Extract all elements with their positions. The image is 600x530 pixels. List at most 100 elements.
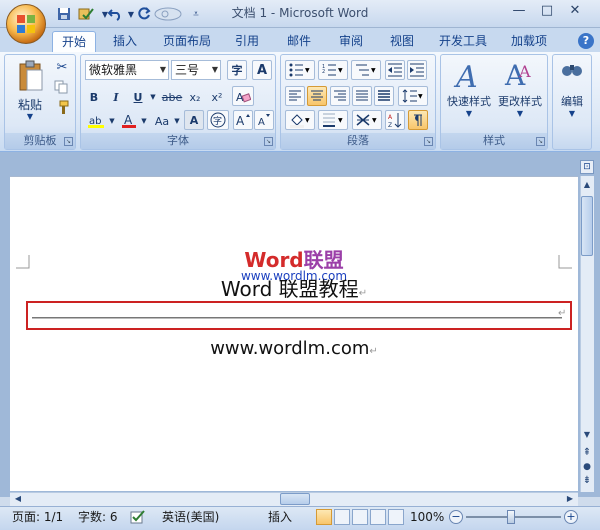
chinese-layout-icon[interactable]: ▼	[352, 110, 382, 130]
bullets-icon[interactable]: ▼	[285, 60, 315, 80]
decrease-indent-icon[interactable]	[385, 60, 405, 80]
editing-button[interactable]: 编辑 ▼	[553, 57, 591, 129]
tab-home[interactable]: 开始	[52, 31, 96, 52]
change-styles-button[interactable]: A A 更改样式 ▼	[494, 57, 546, 129]
prev-page-icon[interactable]: ⇞	[580, 446, 594, 460]
tab-references[interactable]: 引用	[226, 31, 268, 52]
minimize-icon[interactable]: —	[506, 2, 532, 20]
print-layout-icon[interactable]	[316, 509, 332, 525]
maximize-icon[interactable]: □	[534, 2, 560, 20]
browse-object-icon[interactable]: ●	[580, 460, 594, 474]
align-right-icon[interactable]	[330, 86, 350, 106]
status-page[interactable]: 页面: 1/1	[12, 508, 63, 526]
copy-icon[interactable]	[54, 80, 70, 96]
draft-view-icon[interactable]	[388, 509, 404, 525]
status-words[interactable]: 字数: 6	[78, 508, 118, 526]
web-layout-icon[interactable]	[352, 509, 368, 525]
editing-label: 编辑	[561, 95, 583, 108]
underline-button[interactable]: U	[129, 87, 147, 107]
close-icon[interactable]: ✕	[562, 2, 588, 20]
zoom-out-icon[interactable]: −	[449, 510, 463, 524]
font-launcher-icon[interactable]: ↘	[264, 137, 273, 146]
highlight-dropdown-icon[interactable]: ▼	[107, 111, 117, 131]
font-name-combo[interactable]: 微软雅黑 ▼	[85, 60, 169, 80]
quick-styles-button[interactable]: A 快速样式 ▼	[443, 57, 495, 129]
char-border-button[interactable]: A	[252, 60, 272, 80]
align-center-icon[interactable]	[307, 86, 327, 106]
scroll-down-icon[interactable]: ▼	[580, 428, 594, 442]
strikethrough-button[interactable]: abe	[161, 87, 183, 107]
scroll-left-icon[interactable]: ◀	[12, 493, 24, 505]
shrink-font-icon[interactable]: A	[254, 110, 274, 130]
multilevel-list-icon[interactable]: ▼	[351, 60, 381, 80]
cut-icon[interactable]: ✂	[54, 60, 70, 76]
svg-text:▼: ▼	[305, 117, 310, 124]
change-styles-icon: A A	[504, 59, 531, 91]
svg-text:A: A	[518, 62, 531, 81]
bold-button[interactable]: B	[85, 87, 103, 107]
enclose-char-icon[interactable]: 字	[207, 110, 229, 130]
tab-review[interactable]: 审阅	[330, 31, 372, 52]
distributed-icon[interactable]	[374, 86, 394, 106]
tab-developer[interactable]: 开发工具	[432, 31, 494, 52]
grow-font-icon[interactable]: A	[233, 110, 253, 130]
status-zoom[interactable]: 100%	[410, 508, 444, 526]
customize-qat-icon[interactable]: ⩡	[187, 5, 205, 23]
zoom-slider-thumb[interactable]	[507, 510, 515, 524]
horizontal-scroll-thumb[interactable]	[280, 493, 310, 505]
document-url-line: www.wordlm.com↵	[10, 335, 578, 366]
paste-button[interactable]: 粘贴 ▼	[10, 58, 50, 124]
scroll-right-icon[interactable]: ▶	[564, 493, 576, 505]
office-button[interactable]	[6, 4, 46, 44]
char-shading-button[interactable]: A	[184, 110, 204, 130]
line-spacing-icon[interactable]: ▼	[398, 86, 428, 106]
help-icon[interactable]: ?	[578, 33, 594, 49]
proofing-icon[interactable]	[130, 509, 146, 525]
subscript-button[interactable]: x₂	[185, 87, 205, 107]
change-case-button[interactable]: Aa	[152, 111, 172, 131]
view-ruler-icon[interactable]: ⊡	[580, 160, 594, 174]
save-icon[interactable]	[55, 5, 73, 23]
check-icon[interactable]	[77, 5, 95, 23]
status-insert-mode[interactable]: 插入	[268, 508, 292, 526]
clear-formatting-icon[interactable]: A	[232, 86, 254, 106]
paragraph-launcher-icon[interactable]: ↘	[424, 137, 433, 146]
status-language[interactable]: 英语(美国)	[162, 508, 219, 526]
tab-insert[interactable]: 插入	[104, 31, 146, 52]
horizontal-rule[interactable]	[32, 317, 562, 319]
increase-indent-icon[interactable]	[407, 60, 427, 80]
superscript-button[interactable]: x²	[207, 87, 227, 107]
highlight-icon[interactable]: ab	[85, 111, 107, 131]
outline-view-icon[interactable]	[370, 509, 386, 525]
shading-icon[interactable]: ▼	[285, 110, 315, 130]
borders-icon[interactable]: ▼	[318, 110, 348, 130]
tab-mailings[interactable]: 邮件	[278, 31, 320, 52]
full-screen-reading-icon[interactable]	[334, 509, 350, 525]
show-marks-icon[interactable]	[408, 110, 428, 130]
svg-text:A: A	[124, 113, 133, 127]
phonetic-guide-button[interactable]: 字	[227, 60, 247, 80]
change-case-dropdown-icon[interactable]: ▼	[172, 111, 182, 131]
print-preview-icon[interactable]	[153, 5, 183, 23]
justify-icon[interactable]	[352, 86, 372, 106]
tab-page-layout[interactable]: 页面布局	[156, 31, 218, 52]
underline-dropdown-icon[interactable]: ▼	[148, 87, 158, 107]
font-color-icon[interactable]: A	[119, 111, 139, 131]
document-page[interactable]: Word联盟 www.wordlm.com Word 联盟教程↵ ↵ www.w…	[10, 176, 578, 491]
clipboard-launcher-icon[interactable]: ↘	[64, 137, 73, 146]
italic-button[interactable]: I	[107, 87, 125, 107]
numbering-icon[interactable]: 1 2 ▼	[318, 60, 348, 80]
tab-addins[interactable]: 加载项	[503, 31, 555, 52]
zoom-in-icon[interactable]: +	[564, 510, 578, 524]
scroll-up-icon[interactable]: ▲	[580, 178, 594, 192]
font-color-dropdown-icon[interactable]: ▼	[139, 111, 149, 131]
font-size-combo[interactable]: 三号 ▼	[171, 60, 221, 80]
styles-launcher-icon[interactable]: ↘	[536, 137, 545, 146]
next-page-icon[interactable]: ⇟	[580, 474, 594, 488]
align-left-icon[interactable]	[285, 86, 305, 106]
sort-icon[interactable]: AZ	[385, 110, 405, 130]
format-painter-icon[interactable]	[54, 100, 70, 116]
redo-icon[interactable]	[135, 5, 153, 23]
tab-view[interactable]: 视图	[381, 31, 423, 52]
vertical-scroll-thumb[interactable]	[581, 196, 593, 256]
